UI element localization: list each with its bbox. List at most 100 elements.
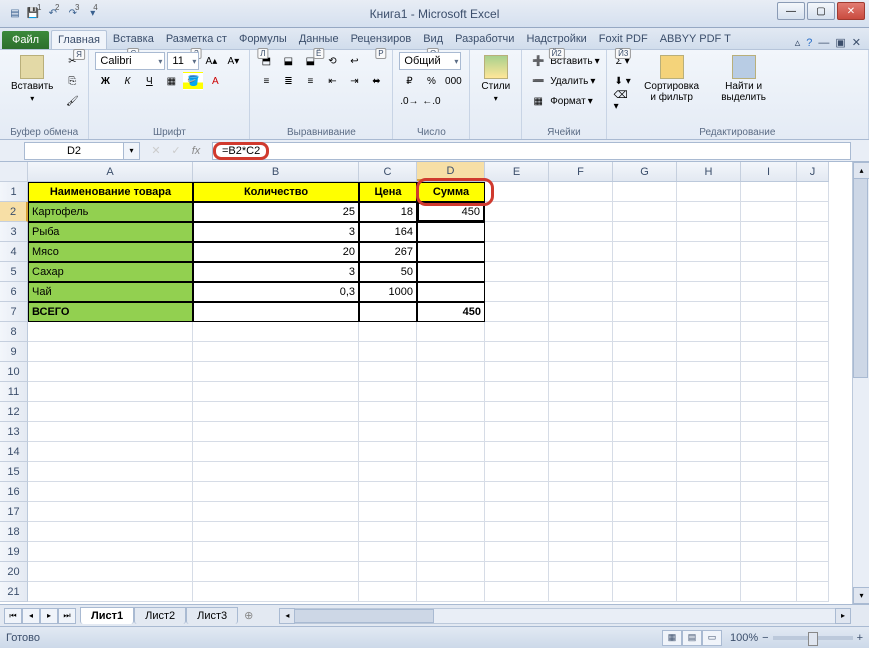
cell-H6[interactable] bbox=[677, 282, 741, 302]
cell-H2[interactable] bbox=[677, 202, 741, 222]
font-grow-icon[interactable]: A▴ bbox=[201, 52, 221, 70]
qat-new-icon[interactable]: ▾4 bbox=[86, 5, 104, 23]
col-header-F[interactable]: F bbox=[549, 162, 613, 181]
paste-button[interactable]: Вставить ▾ bbox=[6, 52, 58, 106]
cell-G7[interactable] bbox=[613, 302, 677, 322]
cell-F18[interactable] bbox=[549, 522, 613, 542]
cell-H5[interactable] bbox=[677, 262, 741, 282]
cell-D4[interactable] bbox=[417, 242, 485, 262]
cell-H20[interactable] bbox=[677, 562, 741, 582]
cell-G19[interactable] bbox=[613, 542, 677, 562]
view-normal-icon[interactable]: ▦ bbox=[662, 630, 682, 646]
col-header-E[interactable]: E bbox=[485, 162, 549, 181]
sheet-nav-prev[interactable]: ◂ bbox=[22, 608, 40, 624]
cell-F6[interactable] bbox=[549, 282, 613, 302]
cell-A10[interactable] bbox=[28, 362, 193, 382]
cell-A8[interactable] bbox=[28, 322, 193, 342]
cell-G8[interactable] bbox=[613, 322, 677, 342]
formula-input[interactable]: =B2*C2 bbox=[212, 142, 851, 160]
cell-A9[interactable] bbox=[28, 342, 193, 362]
cell-B21[interactable] bbox=[193, 582, 359, 602]
cell-H3[interactable] bbox=[677, 222, 741, 242]
cell-B5[interactable]: 3 bbox=[193, 262, 359, 282]
cell-E12[interactable] bbox=[485, 402, 549, 422]
cell-B9[interactable] bbox=[193, 342, 359, 362]
cell-E3[interactable] bbox=[485, 222, 549, 242]
cell-C13[interactable] bbox=[359, 422, 417, 442]
cell-A16[interactable] bbox=[28, 482, 193, 502]
cell-B2[interactable]: 25 bbox=[193, 202, 359, 222]
cell-F5[interactable] bbox=[549, 262, 613, 282]
cell-D3[interactable] bbox=[417, 222, 485, 242]
cell-J13[interactable] bbox=[797, 422, 829, 442]
cell-F7[interactable] bbox=[549, 302, 613, 322]
cell-E18[interactable] bbox=[485, 522, 549, 542]
wrap-text-icon[interactable]: ↩ bbox=[344, 52, 364, 70]
sort-filter-button[interactable]: Сортировка и фильтр bbox=[637, 52, 707, 106]
cell-F12[interactable] bbox=[549, 402, 613, 422]
col-header-D[interactable]: D bbox=[417, 162, 485, 181]
cell-F20[interactable] bbox=[549, 562, 613, 582]
comma-icon[interactable]: 000 bbox=[443, 72, 463, 90]
cell-A19[interactable] bbox=[28, 542, 193, 562]
cell-C20[interactable] bbox=[359, 562, 417, 582]
cell-E10[interactable] bbox=[485, 362, 549, 382]
row-header-3[interactable]: 3 bbox=[0, 222, 28, 242]
col-header-A[interactable]: A bbox=[28, 162, 193, 181]
cell-C4[interactable]: 267 bbox=[359, 242, 417, 262]
cell-C12[interactable] bbox=[359, 402, 417, 422]
cell-F16[interactable] bbox=[549, 482, 613, 502]
cell-J21[interactable] bbox=[797, 582, 829, 602]
cell-H7[interactable] bbox=[677, 302, 741, 322]
cell-G13[interactable] bbox=[613, 422, 677, 442]
cell-A7[interactable]: ВСЕГО bbox=[28, 302, 193, 322]
tab-данные[interactable]: ДанныеЁ bbox=[293, 30, 345, 49]
cell-I6[interactable] bbox=[741, 282, 797, 302]
currency-icon[interactable]: ₽ bbox=[399, 72, 419, 90]
delete-cells-button[interactable]: ➖Удалить ▾ bbox=[528, 72, 595, 90]
maximize-button[interactable]: ▢ bbox=[807, 2, 835, 20]
cell-D18[interactable] bbox=[417, 522, 485, 542]
row-header-9[interactable]: 9 bbox=[0, 342, 28, 362]
cell-B8[interactable] bbox=[193, 322, 359, 342]
cell-C2[interactable]: 18 bbox=[359, 202, 417, 222]
row-header-21[interactable]: 21 bbox=[0, 582, 28, 602]
cell-H12[interactable] bbox=[677, 402, 741, 422]
cell-G5[interactable] bbox=[613, 262, 677, 282]
fill-icon[interactable]: ⬇ ▾ bbox=[613, 72, 633, 90]
zoom-out-button[interactable]: − bbox=[762, 632, 768, 644]
indent-inc-icon[interactable]: ⇥ bbox=[344, 72, 364, 90]
tab-вид[interactable]: ВидО bbox=[417, 30, 449, 49]
cell-D13[interactable] bbox=[417, 422, 485, 442]
cell-G3[interactable] bbox=[613, 222, 677, 242]
align-right-icon[interactable]: ≡ bbox=[300, 72, 320, 90]
cell-E16[interactable] bbox=[485, 482, 549, 502]
cell-C8[interactable] bbox=[359, 322, 417, 342]
cell-G16[interactable] bbox=[613, 482, 677, 502]
cell-I10[interactable] bbox=[741, 362, 797, 382]
tab-надстройки[interactable]: НадстройкиЙ2 bbox=[520, 30, 592, 49]
tab-рецензиров[interactable]: РецензировР bbox=[345, 30, 418, 49]
cell-I2[interactable] bbox=[741, 202, 797, 222]
cell-B14[interactable] bbox=[193, 442, 359, 462]
align-center-icon[interactable]: ≣ bbox=[278, 72, 298, 90]
align-left-icon[interactable]: ≡ bbox=[256, 72, 276, 90]
cell-J17[interactable] bbox=[797, 502, 829, 522]
row-header-5[interactable]: 5 bbox=[0, 262, 28, 282]
cell-I16[interactable] bbox=[741, 482, 797, 502]
cell-G6[interactable] bbox=[613, 282, 677, 302]
cell-B6[interactable]: 0,3 bbox=[193, 282, 359, 302]
row-header-20[interactable]: 20 bbox=[0, 562, 28, 582]
percent-icon[interactable]: % bbox=[421, 72, 441, 90]
cell-B7[interactable] bbox=[193, 302, 359, 322]
cell-C21[interactable] bbox=[359, 582, 417, 602]
cell-G12[interactable] bbox=[613, 402, 677, 422]
cell-H11[interactable] bbox=[677, 382, 741, 402]
cell-J1[interactable] bbox=[797, 182, 829, 202]
row-header-18[interactable]: 18 bbox=[0, 522, 28, 542]
horizontal-scrollbar[interactable] bbox=[279, 608, 851, 624]
view-layout-icon[interactable]: ▤ bbox=[682, 630, 702, 646]
select-all-corner[interactable] bbox=[0, 162, 28, 182]
col-header-I[interactable]: I bbox=[741, 162, 797, 181]
row-header-17[interactable]: 17 bbox=[0, 502, 28, 522]
